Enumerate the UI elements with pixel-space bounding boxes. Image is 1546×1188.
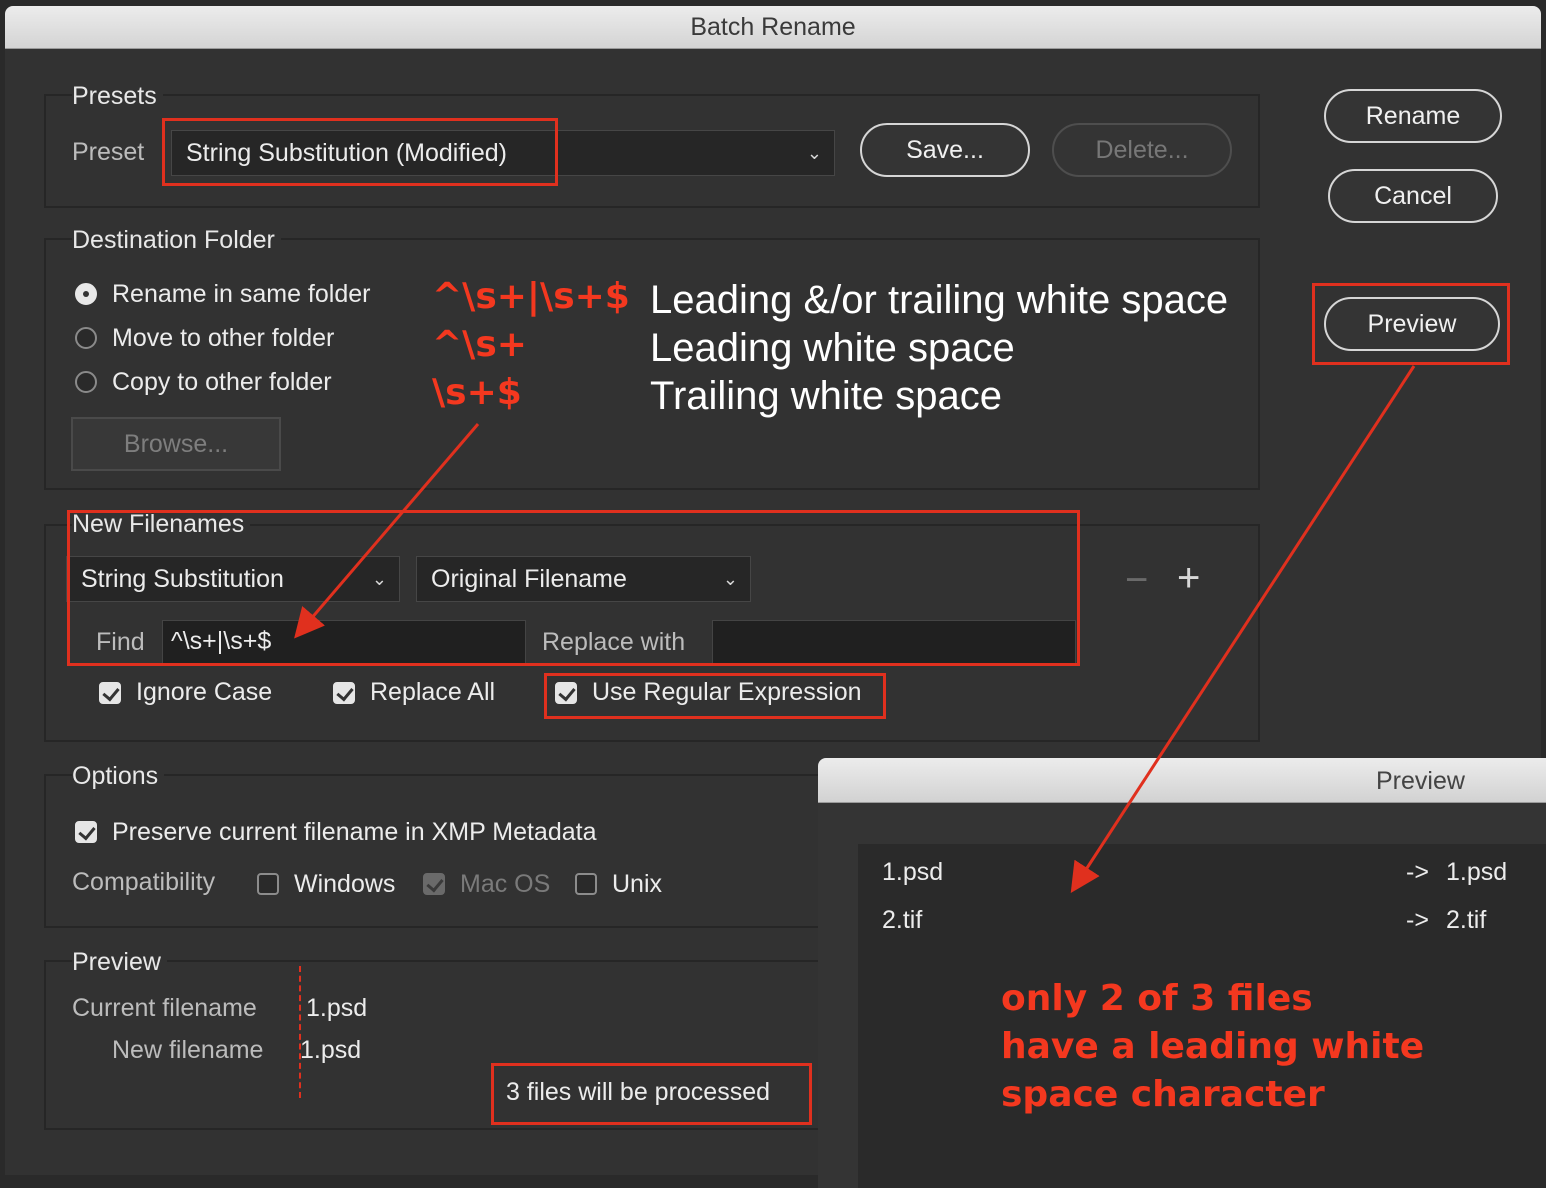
annotation-arrows	[294, 365, 1416, 894]
arrow-to-find-field	[294, 423, 480, 639]
arrow-to-preview-list	[1070, 365, 1416, 894]
